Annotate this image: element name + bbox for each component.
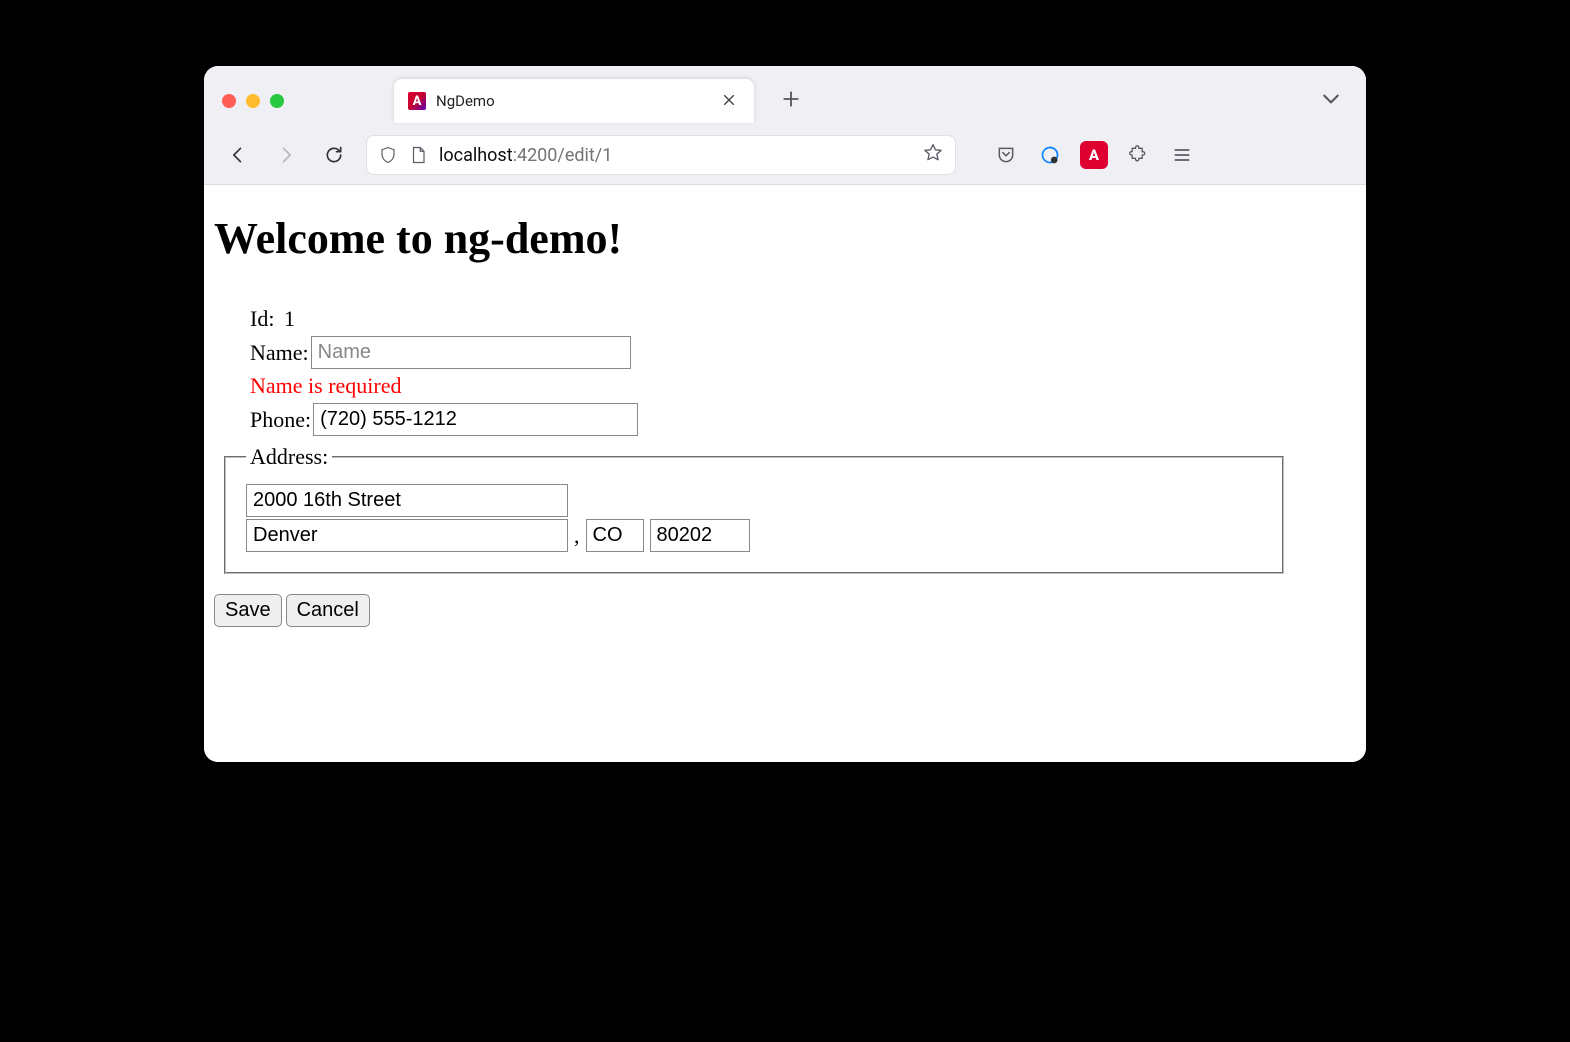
browser-chrome: A NgDemo: [204, 66, 1366, 185]
city-input[interactable]: [246, 519, 568, 552]
maximize-window-button[interactable]: [270, 94, 284, 108]
window-controls: [222, 94, 284, 108]
extensions-puzzle-icon[interactable]: [1124, 141, 1152, 169]
reload-button[interactable]: [318, 139, 350, 171]
close-window-button[interactable]: [222, 94, 236, 108]
id-value: 1: [284, 306, 295, 332]
state-input[interactable]: [586, 519, 644, 552]
browser-toolbar: localhost:4200/edit/1 A: [204, 126, 1366, 184]
forward-button[interactable]: [270, 139, 302, 171]
tab-strip: A NgDemo: [204, 66, 1366, 126]
address-legend: Address:: [246, 444, 332, 470]
street-row: [246, 484, 1262, 517]
cancel-button[interactable]: Cancel: [286, 594, 370, 627]
address-bar[interactable]: localhost:4200/edit/1: [366, 135, 956, 175]
street-input[interactable]: [246, 484, 568, 517]
id-row: Id: 1: [250, 306, 1356, 332]
save-button[interactable]: Save: [214, 594, 282, 627]
page-icon: [409, 146, 427, 164]
comma-separator: ,: [574, 523, 580, 549]
angular-devtools-icon[interactable]: A: [1080, 141, 1108, 169]
shield-icon[interactable]: [379, 146, 397, 164]
back-button[interactable]: [222, 139, 254, 171]
name-error-message: Name is required: [250, 373, 1356, 399]
minimize-window-button[interactable]: [246, 94, 260, 108]
new-tab-button[interactable]: [774, 85, 808, 118]
browser-tab[interactable]: A NgDemo: [394, 79, 754, 123]
tab-title: NgDemo: [436, 92, 708, 110]
page-content: Welcome to ng-demo! Id: 1 Name: Name is …: [204, 185, 1366, 762]
name-label: Name:: [250, 340, 309, 366]
url-text: localhost:4200/edit/1: [439, 145, 612, 166]
phone-row: Phone:: [250, 403, 1356, 436]
hamburger-menu-icon[interactable]: [1168, 141, 1196, 169]
browser-window: A NgDemo: [204, 66, 1366, 762]
page-title: Welcome to ng-demo!: [214, 213, 1356, 264]
name-input[interactable]: [311, 336, 631, 369]
name-row: Name:: [250, 336, 1356, 369]
phone-input[interactable]: [313, 403, 638, 436]
form-buttons: Save Cancel: [214, 594, 1356, 627]
angular-favicon-icon: A: [408, 92, 426, 110]
close-tab-icon[interactable]: [718, 89, 740, 114]
edit-form: Id: 1 Name: Name is required Phone: Addr…: [214, 306, 1356, 627]
pocket-icon[interactable]: [992, 141, 1020, 169]
toolbar-extensions: A: [992, 141, 1196, 169]
address-fieldset: Address: ,: [224, 444, 1284, 574]
id-label: Id:: [250, 306, 274, 332]
bookmark-star-icon[interactable]: [923, 143, 943, 168]
phone-label: Phone:: [250, 407, 311, 433]
tabs-dropdown-icon[interactable]: [1314, 86, 1348, 116]
zip-input[interactable]: [650, 519, 750, 552]
extension-icon[interactable]: [1036, 141, 1064, 169]
city-state-zip-row: ,: [246, 519, 1262, 552]
